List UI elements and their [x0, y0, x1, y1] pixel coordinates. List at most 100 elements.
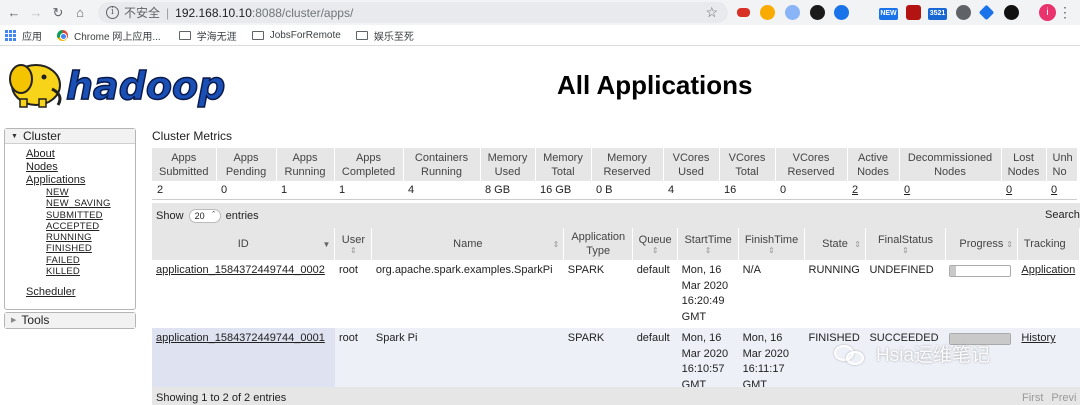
sidebar-link-killed[interactable]: KILLED — [46, 266, 135, 277]
sidebar-tools-section[interactable]: ▶ Tools — [4, 312, 136, 329]
column-header-name[interactable]: Name ⇕ — [371, 228, 565, 260]
pager-first-button[interactable]: First — [1022, 392, 1043, 404]
table-info: Showing 1 to 2 of 2 entries — [156, 392, 287, 404]
sidebar-link-about[interactable]: About — [26, 148, 135, 161]
sidebar-link-applications[interactable]: Applications — [26, 174, 135, 187]
folder-icon — [251, 30, 264, 40]
metric-header: Decommissioned Nodes — [899, 148, 1002, 181]
column-header-tracking[interactable]: Tracking — [1017, 228, 1080, 260]
type-cell: SPARK — [563, 328, 633, 396]
bookmark-folder[interactable]: JobsForRemote — [251, 30, 341, 41]
metric-header: Memory Total — [535, 148, 592, 181]
start-time-cell: Mon, 16 Mar 2020 16:10:57 GMT — [677, 328, 739, 396]
bookmark-label: 娱乐至死 — [373, 31, 414, 43]
profile-avatar[interactable]: i — [1039, 4, 1056, 21]
expand-triangle-icon: ▼ — [11, 133, 18, 140]
forward-arrow-icon[interactable]: → — [25, 2, 47, 24]
reload-icon[interactable]: ↻ — [47, 2, 69, 24]
entries-label: entries — [225, 209, 259, 222]
unhealthy-nodes-link[interactable]: 0 — [1051, 184, 1057, 196]
extension-icon[interactable] — [785, 5, 800, 20]
extension-icon[interactable] — [834, 5, 849, 20]
column-header-final-status[interactable]: FinalStatus ⇕ — [865, 228, 946, 260]
bookmark-label: 学海无涯 — [196, 31, 237, 43]
bookmark-chrome-store[interactable]: Chrome 网上应用... — [57, 28, 161, 43]
column-header-start-time[interactable]: StartTime ⇕ — [677, 228, 740, 260]
sidebar-cluster-header[interactable]: ▼ Cluster — [5, 129, 135, 144]
extension-icon[interactable] — [737, 8, 750, 17]
metric-value: 2 — [847, 181, 899, 200]
sidebar-link-finished[interactable]: FINISHED — [46, 243, 135, 254]
progress-cell — [945, 260, 1018, 328]
sidebar-link-new[interactable]: NEW — [46, 187, 135, 198]
column-header-progress[interactable]: Progress ⇕ — [945, 228, 1018, 260]
sort-icon: ⇕ — [768, 246, 775, 255]
sidebar-tools-header[interactable]: ▶ Tools — [5, 313, 135, 328]
column-header-state[interactable]: State ⇕ — [804, 228, 866, 260]
column-header-queue[interactable]: Queue ⇕ — [632, 228, 679, 260]
sidebar-link-scheduler[interactable]: Scheduler — [26, 286, 135, 299]
app-id-link[interactable]: application_1584372449744_0002 — [156, 264, 325, 276]
logo-wordmark: hadoop — [66, 64, 225, 108]
extension-icon[interactable] — [1004, 5, 1019, 20]
bookmark-folder[interactable]: 学海无涯 — [178, 28, 237, 43]
active-nodes-link[interactable]: 2 — [852, 184, 858, 196]
collapsed-triangle-icon: ▶ — [11, 317, 17, 324]
extension-badge[interactable]: NEW — [879, 8, 898, 20]
metric-value: 16 — [719, 181, 775, 200]
page-length-select[interactable]: 20 — [188, 209, 221, 223]
address-bar[interactable]: i 不安全 | 192.168.10.10 :8088/cluster/apps… — [98, 2, 728, 23]
lost-nodes-link[interactable]: 0 — [1006, 184, 1012, 196]
extension-icon[interactable] — [956, 5, 971, 20]
back-arrow-icon[interactable]: ← — [3, 2, 25, 24]
metric-value: 0 — [775, 181, 847, 200]
sidebar-cluster-section: ▼ Cluster About Nodes Applications NEW NE… — [4, 128, 136, 310]
sort-icon: ⇕ — [902, 246, 909, 255]
sidebar-link-accepted[interactable]: ACCEPTED — [46, 221, 135, 232]
page-title: All Applications — [557, 70, 753, 100]
extension-icon[interactable] — [810, 5, 825, 20]
sort-icon: ⇕ — [350, 246, 357, 255]
extension-icon[interactable] — [906, 5, 921, 20]
more-vert-icon[interactable]: ⋮ — [1058, 4, 1072, 20]
tracking-link[interactable]: History — [1021, 332, 1055, 344]
pagination: First Previ — [1022, 392, 1080, 404]
user-cell: root — [334, 328, 372, 396]
pager-previous-button[interactable]: Previ — [1051, 392, 1076, 404]
metric-value: 1 — [334, 181, 403, 200]
tracking-cell: Application — [1017, 260, 1080, 328]
column-header-finish-time[interactable]: FinishTime ⇕ — [738, 228, 805, 260]
metric-header: Apps Running — [276, 148, 335, 181]
home-icon[interactable]: ⌂ — [69, 2, 91, 24]
type-cell: SPARK — [563, 260, 633, 328]
app-state-links: NEW NEW_SAVING SUBMITTED ACCEPTED RUNNIN… — [26, 187, 135, 277]
metric-value: 1 — [276, 181, 334, 200]
apps-table-footer: Showing 1 to 2 of 2 entries First Previ — [152, 387, 1080, 405]
hadoop-logo[interactable]: hadoop — [6, 55, 234, 109]
bookmark-star-icon[interactable]: ☆ — [705, 4, 718, 21]
sidebar-link-new-saving[interactable]: NEW_SAVING — [46, 198, 135, 209]
tracking-link[interactable]: Application — [1021, 264, 1075, 276]
metric-header: Memory Reserved — [591, 148, 664, 181]
metric-value: 0 — [216, 181, 276, 200]
column-header-id[interactable]: ID ▼ — [152, 228, 336, 260]
sidebar-link-submitted[interactable]: SUBMITTED — [46, 210, 135, 221]
sidebar-link-failed[interactable]: FAILED — [46, 255, 135, 266]
metric-header: Containers Running — [403, 148, 481, 181]
column-header-user[interactable]: User ⇕ — [334, 228, 373, 260]
info-icon[interactable]: i — [106, 6, 119, 19]
sidebar-link-running[interactable]: RUNNING — [46, 232, 135, 243]
metric-header: Unh No — [1046, 148, 1078, 181]
watermark: Hsia运维笔记 — [834, 340, 990, 367]
app-id-link[interactable]: application_1584372449744_0001 — [156, 332, 325, 344]
extension-icon[interactable] — [760, 5, 775, 20]
bookmark-folder[interactable]: 娱乐至死 — [355, 28, 414, 43]
extension-icon[interactable] — [978, 4, 995, 21]
sidebar-link-nodes[interactable]: Nodes — [26, 161, 135, 174]
app-id-cell: application_1584372449744_0002 — [152, 260, 335, 328]
bookmark-apps[interactable]: 应用 — [5, 28, 42, 43]
decommissioned-nodes-link[interactable]: 0 — [904, 184, 910, 196]
extension-badge[interactable]: 3521 — [928, 8, 947, 20]
column-header-app-type[interactable]: Application Type — [563, 228, 634, 260]
apps-grid-icon — [5, 29, 16, 41]
